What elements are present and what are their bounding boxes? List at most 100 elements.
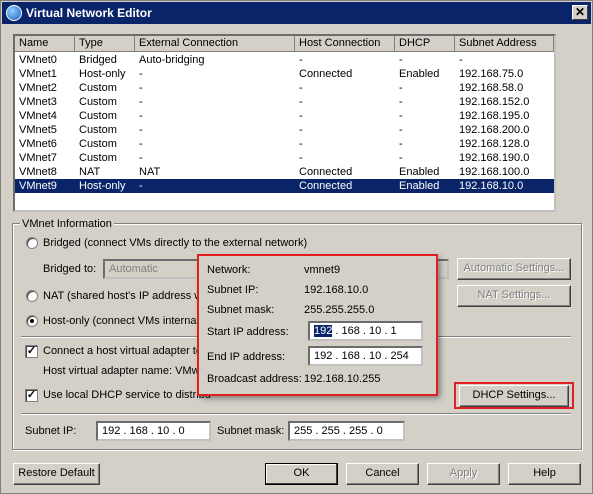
table-cell: Auto-bridging [139, 54, 205, 66]
table-row[interactable]: VMnet2 Custom - - - 192.168.58.0 [15, 81, 554, 95]
cancel-button[interactable]: Cancel [346, 463, 419, 485]
title-bar[interactable]: Virtual Network Editor ✕ [2, 2, 591, 24]
apply-button[interactable]: Apply [427, 463, 500, 485]
table-cell: - [139, 110, 143, 122]
table-row[interactable]: VMnet0 Bridged Auto-bridging - - - [15, 53, 554, 67]
table-cell: - [139, 180, 143, 192]
popup-network-label: Network: [207, 264, 251, 276]
table-cell: 192.168.58.0 [459, 82, 524, 94]
automatic-settings-button[interactable]: Automatic Settings... [457, 258, 571, 280]
table-cell: 192.168.128.0 [459, 138, 530, 150]
column-header-subnet[interactable]: Subnet Address [455, 36, 554, 52]
table-cell: VMnet2 [19, 82, 57, 94]
table-cell: - [299, 138, 303, 150]
column-header-host[interactable]: Host Connection [295, 36, 395, 52]
table-cell: - [399, 110, 403, 122]
divider-2 [21, 413, 571, 415]
table-cell: - [139, 82, 143, 94]
list-header: Name Type External Connection Host Conne… [15, 36, 554, 52]
start-ip-input[interactable]: 192 . 168 . 10 . 1 [308, 321, 423, 341]
table-cell: 192.168.10.0 [459, 180, 524, 192]
table-cell: Host-only [79, 68, 126, 80]
table-row[interactable]: VMnet6 Custom - - - 192.168.128.0 [15, 137, 554, 151]
table-cell: Custom [79, 124, 117, 136]
close-button[interactable]: ✕ [572, 5, 588, 20]
broadcast-label: Broadcast address: [207, 373, 302, 385]
column-header-dhcp[interactable]: DHCP [395, 36, 455, 52]
table-row[interactable]: VMnet4 Custom - - - 192.168.195.0 [15, 109, 554, 123]
table-cell: Connected [299, 180, 353, 192]
table-cell: - [139, 152, 143, 164]
subnet-mask-label: Subnet mask: [217, 425, 285, 437]
table-cell: - [399, 54, 403, 66]
subnet-ip-input[interactable]: 192 . 168 . 10 . 0 [96, 421, 211, 441]
table-row[interactable]: VMnet7 Custom - - - 192.168.190.0 [15, 151, 554, 165]
table-cell: 192.168.75.0 [459, 68, 524, 80]
table-cell: 192.168.190.0 [459, 152, 530, 164]
table-cell: - [299, 96, 303, 108]
hostonly-radio[interactable] [26, 315, 38, 327]
column-header-external[interactable]: External Connection [135, 36, 295, 52]
end-ip-label: End IP address: [207, 351, 286, 363]
table-cell: Connected [299, 166, 353, 178]
vmnet-list[interactable]: Name Type External Connection Host Conne… [13, 34, 556, 212]
table-row[interactable]: VMnet3 Custom - - - 192.168.152.0 [15, 95, 554, 109]
table-cell: Bridged [79, 54, 117, 66]
table-cell: Enabled [399, 180, 440, 192]
broadcast-value: 192.168.10.255 [304, 373, 381, 385]
popup-subnet-ip-label: Subnet IP: [207, 284, 259, 296]
table-cell: NAT [79, 166, 101, 178]
dhcp-checkbox[interactable]: ✓ [25, 389, 38, 402]
table-cell: - [139, 96, 143, 108]
table-cell: VMnet4 [19, 110, 57, 122]
connect-adapter-label: Connect a host virtual adapter to [43, 345, 202, 357]
connect-adapter-checkbox[interactable]: ✓ [25, 345, 38, 358]
restore-default-button[interactable]: Restore Default [13, 463, 100, 485]
vmnet-info-title: VMnet Information [20, 218, 114, 230]
table-cell: - [459, 54, 463, 66]
column-header-name[interactable]: Name [15, 36, 75, 52]
table-cell: - [399, 96, 403, 108]
table-cell: Custom [79, 96, 117, 108]
table-cell: - [299, 82, 303, 94]
table-cell: - [399, 138, 403, 150]
table-cell: - [299, 152, 303, 164]
table-row[interactable]: VMnet5 Custom - - - 192.168.200.0 [15, 123, 554, 137]
ok-button[interactable]: OK [265, 463, 338, 485]
table-cell: VMnet0 [19, 54, 57, 66]
column-header-type[interactable]: Type [75, 36, 135, 52]
table-cell: VMnet9 [19, 180, 57, 192]
table-row[interactable]: VMnet8 NAT NAT Connected Enabled 192.168.100.… [15, 165, 554, 179]
table-cell: - [299, 54, 303, 66]
hostonly-label: Host-only (connect VMs internall [43, 315, 202, 327]
subnet-mask-input[interactable]: 255 . 255 . 255 . 0 [288, 421, 405, 441]
popup-subnet-mask-label: Subnet mask: [207, 304, 275, 316]
table-cell: - [139, 68, 143, 80]
virtual-network-editor-window: Virtual Network Editor ✕ Name Type Exter… [0, 0, 593, 494]
table-row[interactable]: VMnet9 Host-only - Connected Enabled 192.168.… [15, 179, 554, 193]
end-ip-input[interactable]: 192 . 168 . 10 . 254 [308, 346, 423, 366]
table-cell: VMnet8 [19, 166, 57, 178]
table-cell: Enabled [399, 68, 440, 80]
table-cell: 192.168.152.0 [459, 96, 530, 108]
bridged-label: Bridged (connect VMs directly to the ext… [43, 237, 308, 249]
nat-settings-button[interactable]: NAT Settings... [457, 285, 571, 307]
table-cell: Custom [79, 82, 117, 94]
table-cell: Custom [79, 138, 117, 150]
help-button[interactable]: Help [508, 463, 581, 485]
table-cell: Host-only [79, 180, 126, 192]
table-cell: VMnet5 [19, 124, 57, 136]
table-cell: Custom [79, 152, 117, 164]
dhcp-label: Use local DHCP service to distribu [43, 389, 211, 401]
network-editor-icon [6, 5, 22, 21]
adapter-name-label: Host virtual adapter name: VMw [43, 365, 200, 377]
popup-network-value: vmnet9 [304, 264, 341, 276]
bridged-radio[interactable] [26, 237, 38, 249]
table-cell: - [299, 110, 303, 122]
popup-subnet-mask-value: 255.255.255.0 [304, 304, 375, 316]
nat-radio[interactable] [26, 290, 38, 302]
start-ip-selected-octet: 192 [314, 325, 333, 337]
table-row[interactable]: VMnet1 Host-only - Connected Enabled 192.168.… [15, 67, 554, 81]
table-cell: VMnet7 [19, 152, 57, 164]
table-cell: Custom [79, 110, 117, 122]
